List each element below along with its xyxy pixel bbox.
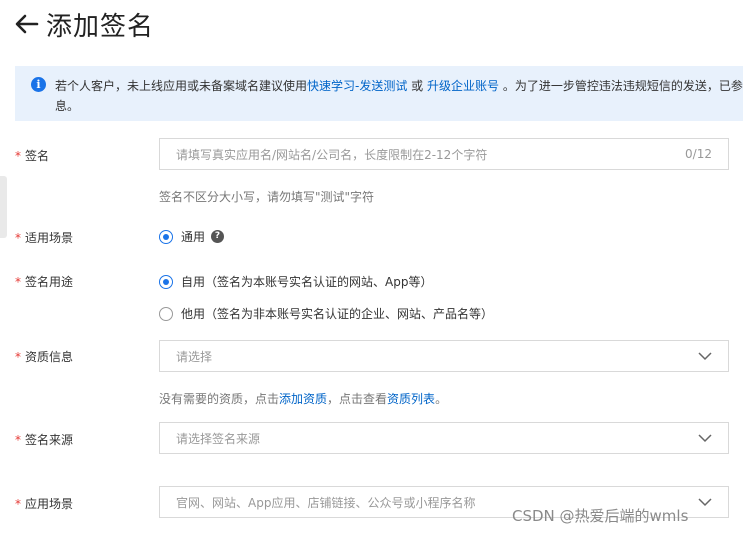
app-scene-label: * 应用场景 (15, 497, 74, 511)
radio-selected-icon[interactable] (159, 229, 173, 244)
source-select[interactable]: 请选择签名来源 (159, 422, 729, 454)
qualification-label: * 资质信息 (15, 350, 74, 364)
char-counter: 0/12 (685, 147, 712, 161)
usage-radio-self[interactable]: 自用 （签名为本账号实名认证的网站、App等） (159, 273, 432, 290)
notice-text: 若个人客户，未上线应用或未备案域名建议使用快速学习-发送测试 或 升级企业账号 … (55, 79, 743, 93)
scenario-label: * 适用场景 (15, 231, 74, 245)
add-qualification-link[interactable]: 添加资质 (279, 392, 327, 406)
watermark: CSDN @热爱后端的wmls (512, 507, 689, 525)
notice-text-line2: 息。 (55, 99, 80, 113)
quick-learn-link[interactable]: 快速学习-发送测试 (307, 79, 407, 93)
signature-hint: 签名不区分大小写，请勿填写"测试"字符 (159, 190, 375, 204)
signature-input[interactable]: 请填写真实应用名/网站名/公司名，长度限制在2-12个字符 0/12 (159, 138, 729, 170)
source-label: * 签名来源 (15, 433, 74, 447)
upgrade-enterprise-link[interactable]: 升级企业账号 (427, 79, 499, 93)
usage-label: * 签名用途 (15, 275, 74, 289)
info-notice: i 若个人客户，未上线应用或未备案域名建议使用快速学习-发送测试 或 升级企业账… (15, 66, 743, 121)
info-icon: i (31, 77, 46, 92)
radio-selected-icon[interactable] (159, 274, 173, 289)
help-icon[interactable]: ? (211, 230, 225, 243)
chevron-down-icon (698, 498, 712, 507)
scenario-radio-general[interactable]: 通用 ? (159, 228, 225, 245)
chevron-down-icon (698, 352, 712, 361)
page-header: 添加签名 (14, 4, 154, 44)
qualification-hint: 没有需要的资质，点击添加资质，点击查看资质列表。 (159, 392, 448, 406)
usage-radio-others[interactable]: 他用 （签名为非本账号实名认证的企业、网站、产品名等） (159, 305, 493, 322)
side-collapse-handle[interactable] (0, 176, 7, 238)
page-title: 添加签名 (46, 11, 155, 42)
radio-unselected-icon[interactable] (159, 306, 173, 321)
signature-label: * 签名 (15, 149, 50, 163)
qualification-list-link[interactable]: 资质列表 (387, 392, 435, 406)
qualification-select[interactable]: 请选择 (159, 340, 729, 372)
arrow-left-icon[interactable] (14, 11, 40, 37)
chevron-down-icon (698, 434, 712, 443)
